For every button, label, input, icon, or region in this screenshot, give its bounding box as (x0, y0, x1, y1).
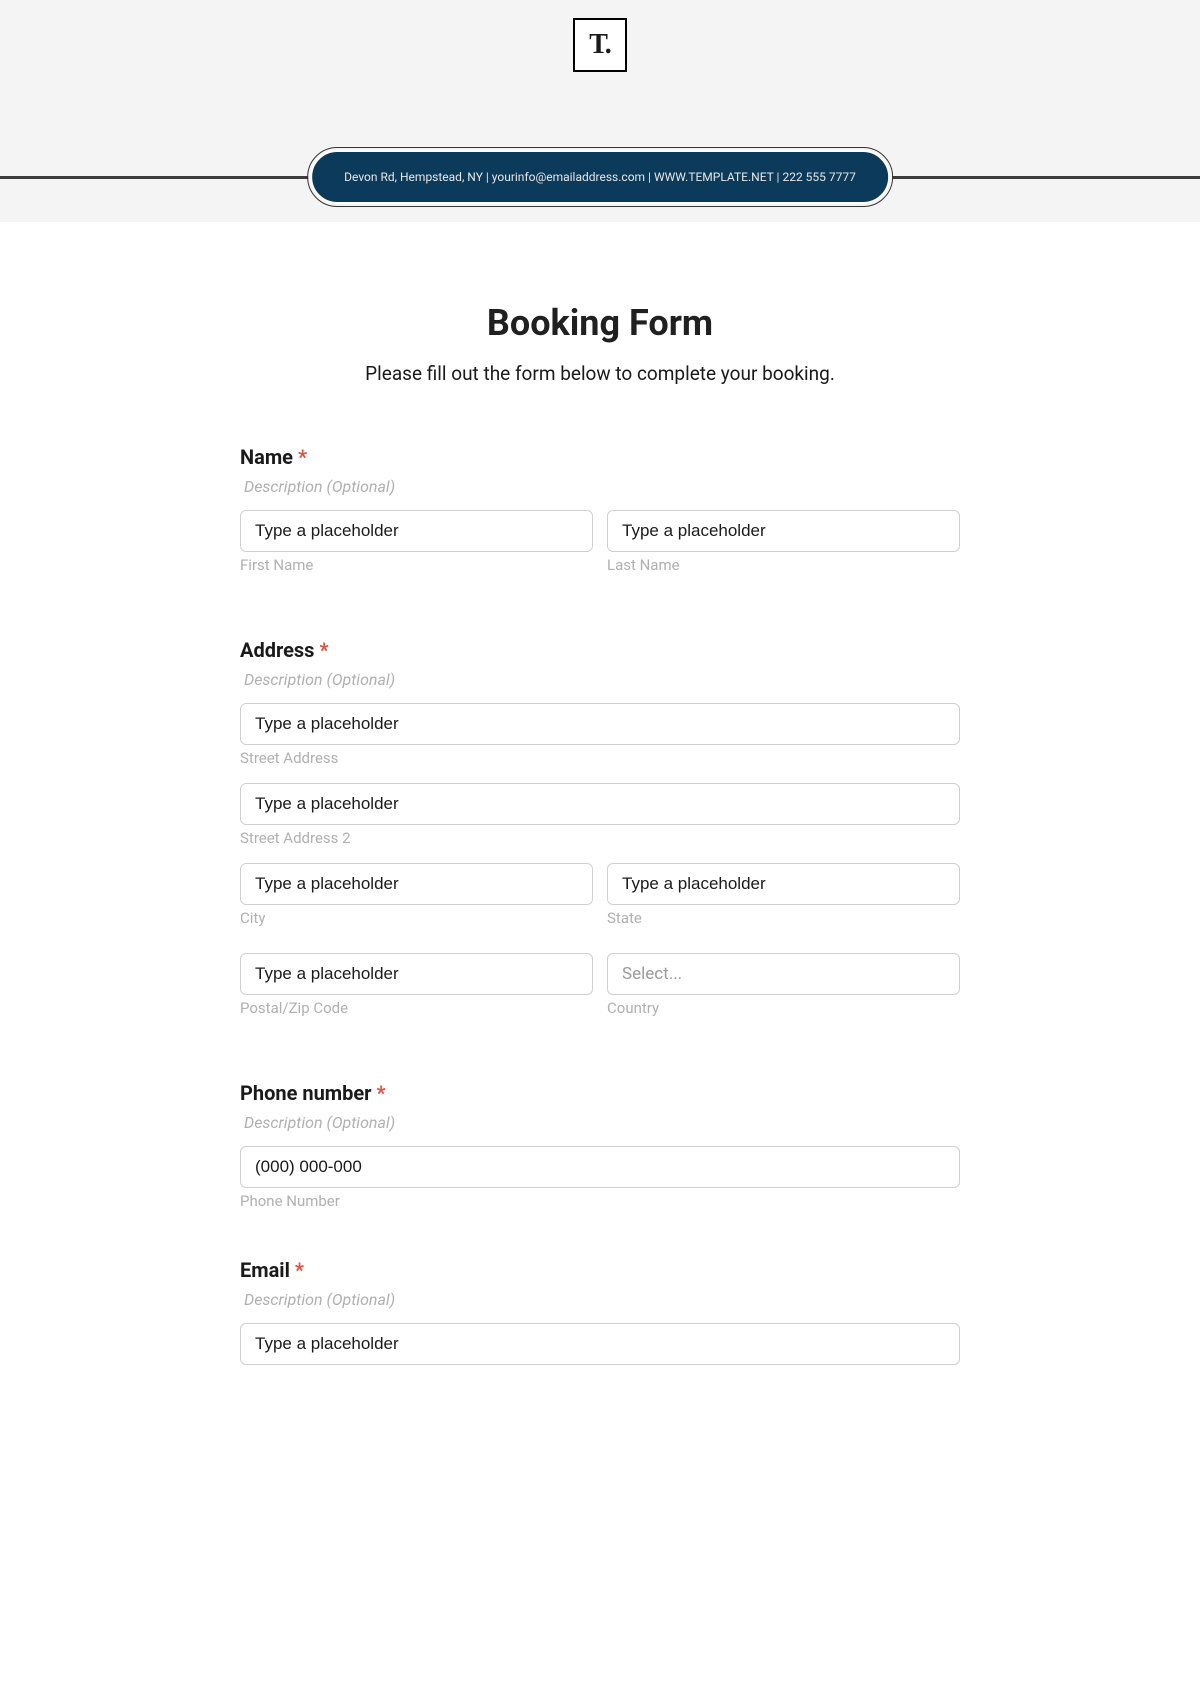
name-label-text: Name (240, 445, 293, 469)
form-title: Booking Form (240, 302, 960, 344)
state-sublabel: State (607, 909, 960, 927)
address-description: Description (Optional) (244, 670, 960, 689)
first-name-sublabel: First Name (240, 556, 593, 574)
phone-number-input[interactable] (240, 1146, 960, 1188)
phone-field-group: Phone number * Description (Optional) Ph… (240, 1081, 960, 1210)
phone-number-sublabel: Phone Number (240, 1192, 960, 1210)
street-address-2-input[interactable] (240, 783, 960, 825)
street-address-2-sublabel: Street Address 2 (240, 829, 960, 847)
phone-label-text: Phone number (240, 1081, 371, 1105)
logo-text: T. (589, 31, 611, 59)
email-field-group: Email * Description (Optional) (240, 1258, 960, 1365)
email-input[interactable] (240, 1323, 960, 1365)
street-address-sublabel: Street Address (240, 749, 960, 767)
name-label: Name * (240, 445, 960, 469)
form-subtitle: Please fill out the form below to comple… (240, 362, 960, 385)
city-sublabel: City (240, 909, 593, 927)
city-input[interactable] (240, 863, 593, 905)
email-label: Email * (240, 1258, 960, 1282)
phone-description: Description (Optional) (244, 1113, 960, 1132)
name-field-group: Name * Description (Optional) First Name… (240, 445, 960, 590)
address-field-group: Address * Description (Optional) Street … (240, 638, 960, 1033)
country-sublabel: Country (607, 999, 960, 1017)
email-description: Description (Optional) (244, 1290, 960, 1309)
country-select[interactable]: Select... (607, 953, 960, 995)
address-required-mark: * (319, 638, 328, 662)
address-label: Address * (240, 638, 960, 662)
first-name-input[interactable] (240, 510, 593, 552)
address-label-text: Address (240, 638, 314, 662)
state-input[interactable] (607, 863, 960, 905)
phone-required-mark: * (376, 1081, 385, 1105)
name-required-mark: * (298, 445, 307, 469)
last-name-input[interactable] (607, 510, 960, 552)
street-address-input[interactable] (240, 703, 960, 745)
form-container: Booking Form Please fill out the form be… (190, 222, 1010, 1453)
name-description: Description (Optional) (244, 477, 960, 496)
postal-code-input[interactable] (240, 953, 593, 995)
email-label-text: Email (240, 1258, 290, 1282)
contact-pill-container: Devon Rd, Hempstead, NY | yourinfo@email… (308, 150, 892, 204)
email-required-mark: * (295, 1258, 304, 1282)
postal-code-sublabel: Postal/Zip Code (240, 999, 593, 1017)
logo-box: T. (573, 18, 627, 72)
country-select-placeholder: Select... (622, 964, 682, 984)
header-area: T. Devon Rd, Hempstead, NY | yourinfo@em… (0, 0, 1200, 222)
phone-label: Phone number * (240, 1081, 960, 1105)
contact-pill: Devon Rd, Hempstead, NY | yourinfo@email… (310, 150, 890, 204)
last-name-sublabel: Last Name (607, 556, 960, 574)
